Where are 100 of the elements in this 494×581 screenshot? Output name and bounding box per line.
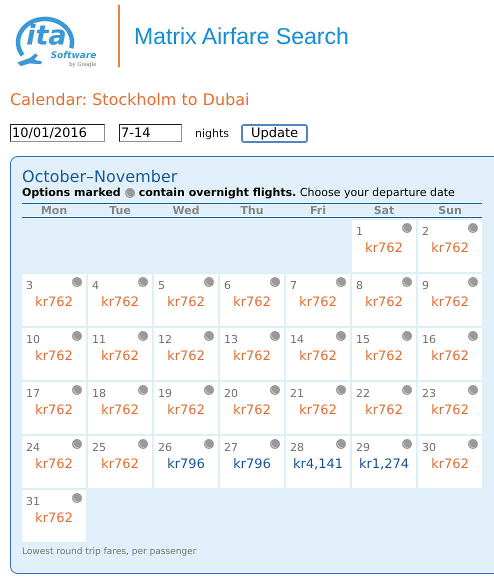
calendar-day[interactable]: 23 kr762	[418, 382, 482, 434]
fare-price: kr762	[233, 295, 271, 310]
fare-price: kr762	[299, 403, 337, 418]
fare-price: kr762	[299, 295, 337, 310]
fare-price: kr762	[101, 349, 139, 364]
weekday-label: Tue	[108, 204, 132, 217]
fare-price: kr762	[365, 403, 403, 418]
day-number: 10	[26, 333, 40, 347]
calendar-day[interactable]: 6 kr762	[220, 274, 284, 326]
calendar-day[interactable]: 9 kr762	[418, 274, 482, 326]
calendar-day[interactable]: 27 kr796	[220, 436, 284, 488]
calendar-day[interactable]: 13 kr762	[220, 328, 284, 380]
logo-product: Software	[50, 51, 96, 61]
weekday-label: Mon	[40, 204, 68, 217]
nights-field[interactable]: 7-14	[119, 124, 182, 142]
calendar-day[interactable]: 25 kr762	[88, 436, 152, 488]
calendar-day[interactable]: 29 kr1,274	[352, 436, 416, 488]
fare-price: kr762	[233, 349, 271, 364]
calendar-day[interactable]: 4 kr762	[88, 274, 152, 326]
weekday-label: Thu	[239, 204, 265, 217]
calendar-day[interactable]: 21 kr762	[286, 382, 350, 434]
fare-price: kr762	[299, 349, 337, 364]
day-number: 3	[26, 279, 33, 293]
day-number: 5	[158, 279, 165, 293]
day-number: 31	[26, 495, 40, 509]
fare-price: kr762	[431, 295, 469, 310]
date-field[interactable]: 10/01/2016	[10, 124, 105, 142]
day-number: 24	[26, 441, 40, 455]
fare-price: kr1,274	[358, 457, 410, 472]
fare-price: kr762	[35, 349, 73, 364]
legend-text: contain overnight flights. Choose your departure date	[138, 186, 455, 199]
fare-price: kr762	[431, 403, 469, 418]
day-number: 4	[92, 279, 99, 293]
day-number: 15	[356, 333, 370, 347]
app-title: Matrix Airfare Search	[134, 22, 349, 50]
calendar-day[interactable]: 2 kr762	[418, 220, 482, 272]
calendar-day[interactable]: 10 kr762	[22, 328, 86, 380]
calendar-day[interactable]: 7 kr762	[286, 274, 350, 326]
day-number: 18	[92, 387, 106, 401]
calendar-day[interactable]: 5 kr762	[154, 274, 218, 326]
calendar-day[interactable]: 19 kr762	[154, 382, 218, 434]
calendar-day[interactable]: 24 kr762	[22, 436, 86, 488]
fare-price: kr762	[167, 349, 205, 364]
fare-price: kr762	[35, 295, 73, 310]
calendar-day[interactable]: 1 kr762	[352, 220, 416, 272]
calendar-day[interactable]: 3 kr762	[22, 274, 86, 326]
fare-price: kr796	[167, 457, 205, 472]
day-number: 12	[158, 333, 172, 347]
fare-price: kr762	[365, 295, 403, 310]
fare-price: kr762	[101, 403, 139, 418]
day-number: 13	[224, 333, 238, 347]
fare-price: kr762	[167, 295, 205, 310]
footnote: Lowest round trip fares, per passenger	[22, 547, 198, 557]
calendar-day[interactable]: 20 kr762	[220, 382, 284, 434]
day-number: 22	[356, 387, 370, 401]
calendar-day[interactable]: 30 kr762	[418, 436, 482, 488]
fare-price: kr762	[167, 403, 205, 418]
calendar-day[interactable]: 16 kr762	[418, 328, 482, 380]
weekday-label: Fri	[308, 204, 327, 217]
day-number: 1	[356, 225, 363, 239]
calendar-day[interactable]: 15 kr762	[352, 328, 416, 380]
day-number: 26	[158, 441, 172, 455]
update-button[interactable]: Update	[241, 124, 308, 142]
calendar-day[interactable]: 12 kr762	[154, 328, 218, 380]
calendar-day[interactable]: 8 kr762	[352, 274, 416, 326]
day-number: 20	[224, 387, 238, 401]
legend-label: Options marked	[22, 186, 121, 199]
calendar-day[interactable]: 22 kr762	[352, 382, 416, 434]
fare-price: kr762	[101, 295, 139, 310]
calendar-day[interactable]: 11 kr762	[88, 328, 152, 380]
calendar-day[interactable]: 14 kr762	[286, 328, 350, 380]
fare-price: kr762	[365, 241, 403, 256]
day-number: 7	[290, 279, 297, 293]
weekday-label: Sat	[372, 204, 396, 217]
calendar-day[interactable]: 28 kr4,141	[286, 436, 350, 488]
day-number: 30	[422, 441, 436, 455]
weekday-label: Sun	[437, 204, 463, 217]
calendar-title: October–November	[22, 166, 178, 188]
calendar-day[interactable]: 26 kr796	[154, 436, 218, 488]
page-heading: Calendar: Stockholm to Dubai	[10, 90, 250, 109]
fare-price: kr762	[431, 349, 469, 364]
nights-label: nights	[195, 126, 230, 140]
day-number: 9	[422, 279, 429, 293]
fare-price: kr762	[35, 511, 73, 526]
fare-price: kr762	[233, 403, 271, 418]
day-number: 19	[158, 387, 172, 401]
fare-price: kr762	[101, 457, 139, 472]
calendar-day[interactable]: 18 kr762	[88, 382, 152, 434]
calendar-day[interactable]: 17 kr762	[22, 382, 86, 434]
day-number: 2	[422, 225, 429, 239]
fare-price: kr762	[35, 457, 73, 472]
fare-price: kr4,141	[292, 457, 344, 472]
calendar-day[interactable]: 31 kr762	[22, 490, 86, 542]
day-number: 29	[356, 441, 370, 455]
day-number: 27	[224, 441, 238, 455]
fare-price: kr796	[233, 457, 271, 472]
day-number: 21	[290, 387, 304, 401]
weekday-label: Wed	[171, 204, 201, 217]
fare-price: kr762	[35, 403, 73, 418]
moon-icon	[124, 188, 135, 198]
